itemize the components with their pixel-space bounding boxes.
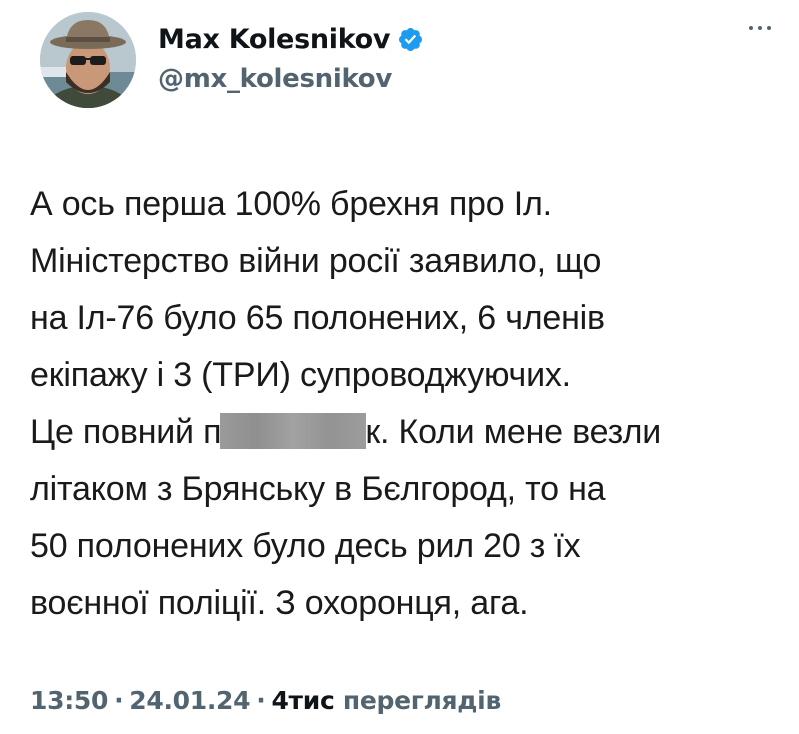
author-handle[interactable]: @mx_kolesnikov [158, 64, 424, 94]
tweet-line-redacted: Це повний п к. Коли мене везли [30, 404, 770, 461]
meta-separator: · [114, 686, 124, 715]
tweet-line: екіпажу і 3 (ТРИ) супроводжуючих. [30, 356, 571, 394]
tweet-text-fragment: Це повний п [30, 413, 222, 451]
tweet: Max Kolesnikov @mx_kolesnikov А ось перш… [0, 0, 799, 734]
tweet-line: 50 полонених було десь рил 20 з їх [30, 527, 581, 565]
avatar-image [40, 12, 136, 108]
tweet-header: Max Kolesnikov @mx_kolesnikov [30, 6, 780, 116]
tweet-line: воєнної поліції. З охоронця, ага. [30, 584, 529, 622]
tweet-line: літаком з Брянську в Бєлгород, то на [30, 470, 606, 508]
author-display-name[interactable]: Max Kolesnikov [158, 24, 391, 55]
tweet-line: А ось перша 100% брехня про Іл. [30, 185, 552, 223]
tweet-text-fragment: к. Коли мене везли [365, 413, 662, 451]
redaction-blur [220, 413, 367, 449]
tweet-line: на Іл-76 було 65 полонених, 6 членів [30, 299, 605, 337]
tweet-line: Міністерство війни росії заявило, що [30, 242, 602, 280]
more-dot [767, 26, 771, 30]
views-label: переглядів [342, 686, 501, 715]
tweet-date[interactable]: 24.01.24 [129, 686, 250, 715]
more-dot [749, 26, 753, 30]
views-count: 4тис [271, 686, 335, 715]
tweet-text: А ось перша 100% брехня про Іл. Міністер… [30, 176, 770, 632]
tweet-meta: 13:50 · 24.01.24 · 4тис переглядів [30, 686, 501, 715]
author-names: Max Kolesnikov @mx_kolesnikov [158, 20, 424, 94]
tweet-time[interactable]: 13:50 [30, 686, 108, 715]
more-dot [758, 26, 762, 30]
avatar[interactable] [40, 12, 136, 108]
display-name-row: Max Kolesnikov [158, 20, 424, 58]
more-horizontal-icon[interactable] [740, 18, 780, 38]
verified-badge-icon [397, 26, 424, 53]
meta-separator: · [256, 686, 266, 715]
